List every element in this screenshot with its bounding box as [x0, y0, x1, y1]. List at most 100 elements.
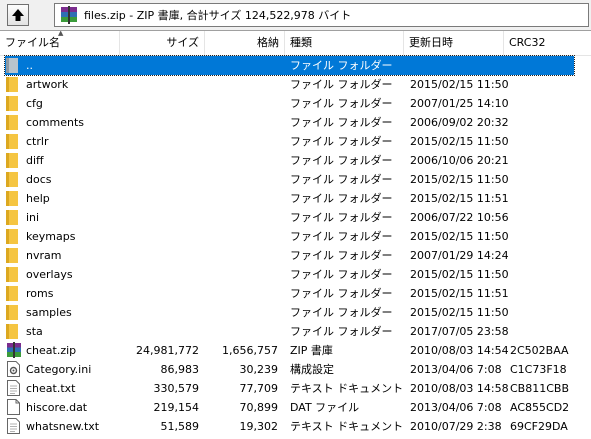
table-row[interactable]: roms ファイル フォルダー 2015/02/15 11:51: [0, 284, 591, 303]
column-header: ▲ ファイル名 サイズ 格納 種類 更新日時 CRC32: [0, 31, 591, 56]
cell-size: [120, 227, 199, 246]
column-header-packed[interactable]: 格納: [205, 31, 285, 55]
cell-size: 51,589: [160, 420, 200, 433]
folder-icon: [6, 95, 22, 112]
cell-packed: 1,656,757: [222, 344, 278, 357]
cell-packed: 70,899: [239, 401, 279, 414]
table-row[interactable]: comments ファイル フォルダー 2006/09/02 20:32: [0, 113, 591, 132]
cell-size: [120, 189, 199, 208]
table-row[interactable]: cheat.zip 24,981,772 1,656,757 ZIP 書庫 2010/0…: [0, 341, 591, 360]
column-header-modified[interactable]: 更新日時: [404, 31, 504, 55]
cell-name: help: [26, 192, 50, 205]
table-row[interactable]: docs ファイル フォルダー 2015/02/15 11:50: [0, 170, 591, 189]
cell-type: ファイル フォルダー: [290, 78, 393, 91]
cell-crc: [510, 246, 586, 265]
file-icon: [6, 399, 22, 416]
cell-crc: [510, 94, 586, 113]
cell-modified: 2015/02/15 11:50: [410, 78, 509, 91]
cell-crc: [510, 170, 586, 189]
parent-folder-icon: [6, 57, 22, 74]
folder-icon: [6, 323, 22, 340]
cell-type: ファイル フォルダー: [290, 287, 393, 300]
table-row[interactable]: ini ファイル フォルダー 2006/07/22 10:56: [0, 208, 591, 227]
cell-modified: 2013/04/06 7:08: [410, 363, 502, 376]
text-file-icon: [6, 418, 22, 435]
cell-packed: [205, 246, 278, 265]
folder-icon: [6, 190, 22, 207]
up-one-level-button[interactable]: [7, 4, 29, 26]
cell-name: docs: [26, 173, 52, 186]
cell-crc: [510, 208, 586, 227]
cell-modified: 2010/08/03 14:58: [410, 382, 509, 395]
table-row[interactable]: artwork ファイル フォルダー 2015/02/15 11:50: [0, 75, 591, 94]
folder-icon: [6, 285, 22, 302]
cell-crc: [510, 189, 586, 208]
cell-modified: 2010/08/03 14:54: [410, 344, 509, 357]
archive-path-field[interactable]: files.zip - ZIP 書庫, 合計サイズ 124,522,978 バイ…: [54, 3, 589, 27]
file-list: .. ファイル フォルダー artwork ファイル フォルダー 2015/02/15 …: [0, 55, 591, 436]
folder-icon: [6, 247, 22, 264]
cell-name: cheat.zip: [26, 344, 77, 357]
cell-size: [120, 284, 199, 303]
cell-type: ファイル フォルダー: [290, 211, 393, 224]
table-row[interactable]: whatsnew.txt 51,589 19,302 テキスト ドキュメント 2010/…: [0, 417, 591, 436]
cell-name: cfg: [26, 97, 43, 110]
table-row[interactable]: nvram ファイル フォルダー 2007/01/29 14:24: [0, 246, 591, 265]
cell-name: comments: [26, 116, 84, 129]
table-row[interactable]: Category.ini 86,983 30,239 構成設定 2013/04/06 7…: [0, 360, 591, 379]
cell-crc: 69CF29DA: [510, 420, 568, 433]
cell-modified: 2015/02/15 11:50: [410, 135, 509, 148]
cell-crc: CB811CBB: [510, 382, 569, 395]
column-header-crc[interactable]: CRC32: [504, 31, 591, 55]
cell-modified: 2007/01/25 14:10: [410, 97, 509, 110]
table-row[interactable]: ctrlr ファイル フォルダー 2015/02/15 11:50: [0, 132, 591, 151]
table-row[interactable]: cfg ファイル フォルダー 2007/01/25 14:10: [0, 94, 591, 113]
column-header-size[interactable]: サイズ: [120, 31, 205, 55]
cell-type: 構成設定: [290, 363, 334, 376]
column-size-label: サイズ: [166, 36, 199, 49]
cell-size: [120, 113, 199, 132]
table-row[interactable]: cheat.txt 330,579 77,709 テキスト ドキュメント 2010/08…: [0, 379, 591, 398]
cell-packed: 19,302: [239, 420, 279, 433]
sort-ascending-icon: ▲: [58, 31, 64, 37]
cell-packed: [205, 284, 278, 303]
cell-packed: [205, 113, 278, 132]
cell-crc: C1C73F18: [510, 363, 567, 376]
cell-size: [120, 265, 199, 284]
folder-icon: [6, 114, 22, 131]
cell-size: [120, 94, 199, 113]
cell-name: sta: [26, 325, 43, 338]
cell-name: roms: [26, 287, 54, 300]
table-row[interactable]: help ファイル フォルダー 2015/02/15 11:51: [0, 189, 591, 208]
table-row[interactable]: overlays ファイル フォルダー 2015/02/15 11:50: [0, 265, 591, 284]
column-header-name[interactable]: ▲ ファイル名: [0, 31, 120, 55]
cell-packed: [205, 56, 278, 75]
folder-icon: [6, 304, 22, 321]
table-row[interactable]: diff ファイル フォルダー 2006/10/06 20:21: [0, 151, 591, 170]
cell-packed: [205, 303, 278, 322]
cell-modified: 2015/02/15 11:50: [410, 306, 509, 319]
cell-name: overlays: [26, 268, 73, 281]
cell-size: [120, 170, 199, 189]
cell-packed: [205, 170, 278, 189]
table-row[interactable]: keymaps ファイル フォルダー 2015/02/15 11:50: [0, 227, 591, 246]
cell-name: ..: [26, 59, 33, 72]
cell-packed: [205, 265, 278, 284]
cell-modified: 2015/02/15 11:51: [410, 287, 509, 300]
column-packed-label: 格納: [257, 36, 279, 49]
cell-type: ファイル フォルダー: [290, 154, 393, 167]
column-header-type[interactable]: 種類: [285, 31, 404, 55]
folder-icon: [6, 228, 22, 245]
cell-modified: 2015/02/15 11:50: [410, 173, 509, 186]
table-row[interactable]: .. ファイル フォルダー: [0, 55, 591, 76]
table-row[interactable]: samples ファイル フォルダー 2015/02/15 11:50: [0, 303, 591, 322]
table-row[interactable]: hiscore.dat 219,154 70,899 DAT ファイル 2013/04/…: [0, 398, 591, 417]
cell-type: ZIP 書庫: [290, 344, 333, 357]
folder-icon: [6, 266, 22, 283]
folder-icon: [6, 76, 22, 93]
cell-type: ファイル フォルダー: [290, 116, 393, 129]
table-row[interactable]: sta ファイル フォルダー 2017/07/05 23:58: [0, 322, 591, 341]
winrar-archive-icon: [61, 6, 77, 24]
cell-packed: [205, 151, 278, 170]
cell-type: ファイル フォルダー: [290, 230, 393, 243]
